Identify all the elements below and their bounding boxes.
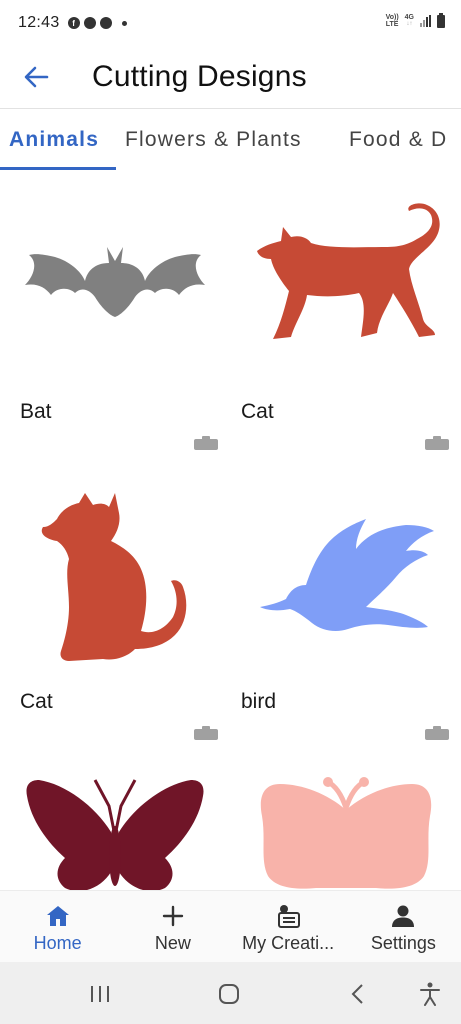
design-card-butterfly-pink[interactable] [231, 748, 461, 890]
cut-tool-badge-icon [425, 436, 449, 450]
nav-new-label: New [154, 933, 191, 953]
nav-my-creations[interactable]: My Creati... [231, 891, 346, 962]
design-label: Bat [20, 400, 52, 423]
arrow-back-icon [24, 66, 49, 88]
designs-grid: Bat Cat Cat bird [0, 176, 461, 890]
facebook-icon: f [67, 17, 80, 29]
bat-silhouette-icon [25, 247, 205, 317]
design-card-bat[interactable]: Bat [0, 176, 230, 466]
tab-flowers-plants[interactable]: Flowers & Plants [125, 128, 302, 152]
design-image [231, 176, 461, 386]
design-label: Cat [241, 400, 274, 423]
status-system-icons: Vo)) LTE 4G ↓↑ [386, 12, 445, 28]
design-card-butterfly[interactable] [0, 748, 230, 890]
bird-silhouette-icon [260, 519, 434, 631]
recent-apps-icon [91, 986, 109, 1002]
chrome-icon [99, 17, 112, 29]
page-title: Cutting Designs [92, 60, 307, 93]
design-label: bird [241, 690, 277, 713]
accessibility-icon [420, 982, 440, 1006]
design-image [0, 776, 230, 890]
volte-indicator: Vo)) LTE [386, 14, 399, 28]
accessibility-button[interactable] [414, 978, 446, 1010]
walking-cat-silhouette-icon [257, 203, 440, 339]
cut-tool-badge-icon [425, 726, 449, 740]
design-card-bird[interactable]: bird [231, 466, 461, 748]
chrome-like-icon [83, 17, 96, 29]
notification-dot-icon [121, 20, 127, 26]
status-bar: 12:43 f Vo)) LTE 4G ↓↑ [0, 0, 461, 46]
nav-settings[interactable]: Settings [346, 891, 461, 962]
home-icon [44, 903, 72, 929]
nav-my-creations-label: My Creati... [242, 933, 335, 953]
design-card-cat-walking[interactable]: Cat [231, 176, 461, 466]
cut-tool-badge-icon [194, 726, 218, 740]
app-bar-divider [0, 108, 461, 109]
signal-icon [420, 15, 431, 27]
network-type-label: 4G [404, 14, 414, 21]
status-notification-icons: f [67, 17, 127, 29]
nav-new[interactable]: New [115, 891, 230, 962]
data-arrows-icon: ↓↑ [406, 21, 413, 27]
plus-icon [159, 903, 187, 929]
person-icon [389, 903, 417, 929]
recent-apps-button[interactable] [84, 978, 116, 1010]
design-image [231, 764, 461, 890]
active-tab-indicator [0, 167, 116, 170]
cut-tool-badge-icon [194, 436, 218, 450]
battery-icon [437, 12, 445, 28]
creations-icon [274, 903, 302, 929]
volte-label: Vo)) [385, 14, 399, 21]
bottom-navigation: Home New My Creati... Settings [0, 890, 461, 962]
design-card-cat-sitting[interactable]: Cat [0, 466, 230, 748]
lte-label: LTE [385, 21, 399, 28]
category-tabs: Animals Flowers & Plants Food & D [0, 112, 461, 170]
home-system-button[interactable] [213, 978, 245, 1010]
nav-home-label: Home [33, 933, 82, 953]
back-system-button[interactable] [342, 978, 374, 1010]
sitting-cat-silhouette-icon [41, 493, 187, 661]
tab-food[interactable]: Food & D [349, 128, 447, 152]
back-button[interactable] [18, 59, 54, 95]
nav-home[interactable]: Home [0, 891, 115, 962]
app-bar: Cutting Designs [0, 46, 461, 108]
home-system-icon [219, 984, 239, 1004]
butterfly-silhouette-icon [26, 779, 204, 890]
design-label: Cat [20, 690, 53, 713]
design-image [0, 474, 230, 684]
design-image [231, 474, 461, 684]
network-type-indicator: 4G ↓↑ [405, 14, 414, 28]
status-time: 12:43 [18, 14, 60, 31]
butterfly-wings-silhouette-icon [260, 777, 432, 889]
system-navigation-bar [0, 962, 461, 1024]
chevron-left-icon [351, 984, 363, 1004]
design-image [0, 176, 230, 386]
tab-animals[interactable]: Animals [9, 128, 99, 152]
nav-settings-label: Settings [370, 933, 436, 953]
